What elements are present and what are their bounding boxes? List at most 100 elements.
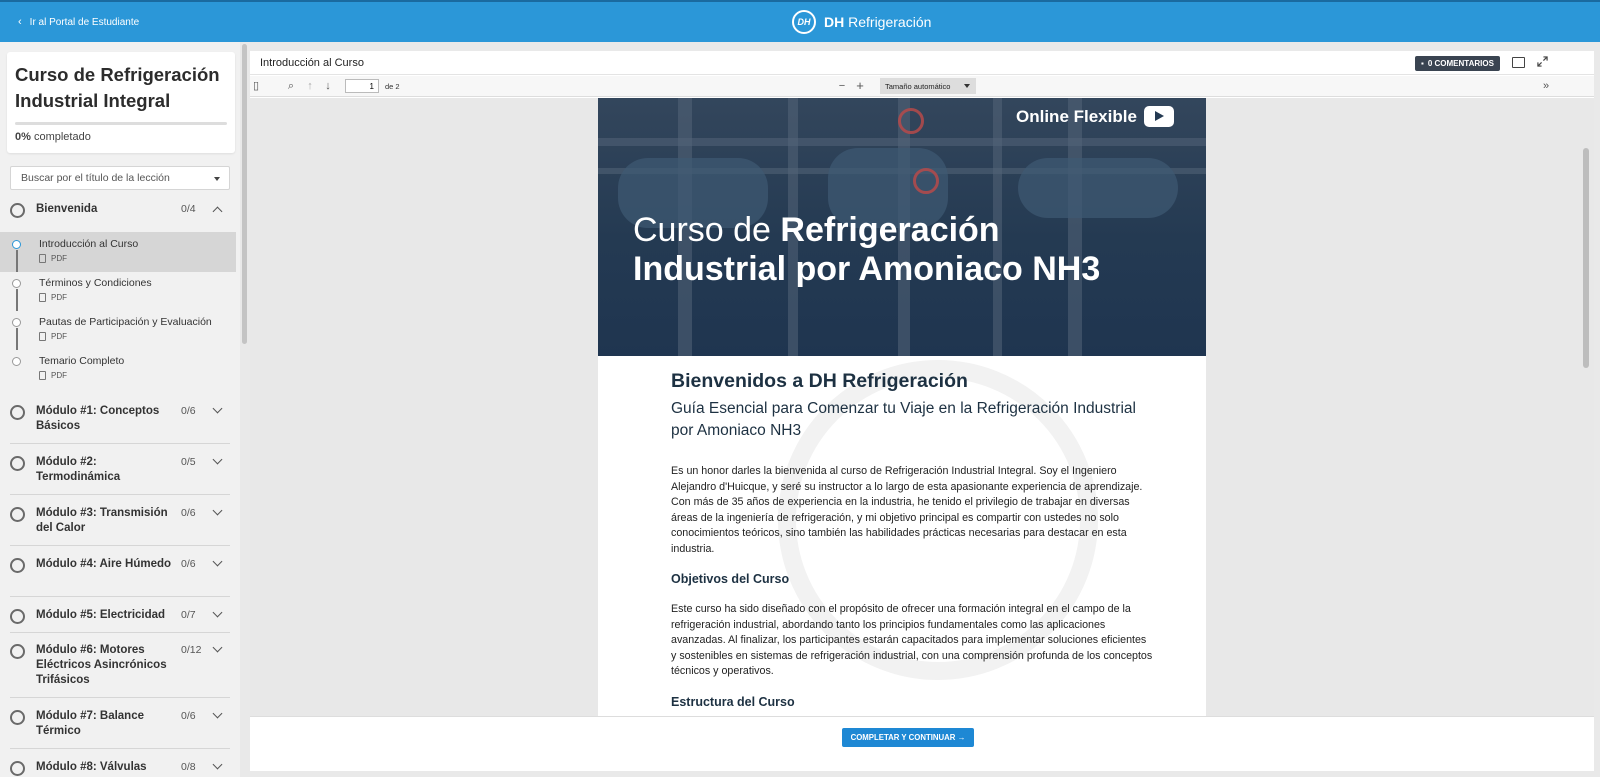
zoom-select-value: Tamaño automático [885, 82, 951, 91]
document-icon [39, 254, 46, 263]
lesson-item[interactable]: Introducción al Curso PDF [0, 232, 236, 272]
lesson-search-select[interactable]: Buscar por el título de la lección [10, 166, 230, 190]
page-count-label: de 2 [385, 82, 400, 91]
lesson-status-dot [12, 279, 21, 288]
chevron-down-icon[interactable] [212, 454, 223, 465]
download-icon[interactable] [1512, 57, 1525, 68]
search-icon[interactable]: ⌕ [285, 80, 297, 92]
structure-heading: Estructura del Curso [671, 694, 795, 709]
chevron-down-icon[interactable] [212, 708, 223, 719]
chevron-down-icon[interactable] [212, 759, 223, 770]
lesson-type: PDF [39, 254, 67, 263]
module-status-circle [10, 405, 25, 420]
lesson-type-label: PDF [51, 293, 67, 302]
document-subheading: Guía Esencial para Comenzar tu Viaje en … [671, 400, 1136, 439]
module-count: 0/12 [181, 644, 202, 656]
comments-button[interactable]: ▪ 0 COMENTARIOS [1415, 56, 1500, 71]
lesson-title-header: Introducción al Curso [260, 57, 364, 69]
module-item[interactable]: Módulo #6: Motores Eléctricos Asincrónic… [10, 641, 230, 698]
document-icon [39, 293, 46, 302]
module-name: Módulo #2: Termodinámica [36, 456, 121, 483]
comment-icon: ▪ [1421, 59, 1424, 68]
module-item[interactable]: Módulo #3: Transmisión del Calor 0/6 [10, 504, 230, 546]
lesson-status-dot [12, 318, 21, 327]
document-hero-title: Curso de Refrigeración Industrial por Am… [633, 211, 1153, 289]
complete-and-continue-button[interactable]: COMPLETAR Y CONTINUAR → [842, 728, 974, 747]
brand-logo[interactable]: DH DH Refrigeración [792, 10, 931, 34]
module-count: 0/4 [181, 203, 196, 215]
lesson-type-label: PDF [51, 254, 67, 263]
lesson-item[interactable]: Términos y Condiciones PDF [0, 271, 236, 311]
module-count: 0/6 [181, 710, 196, 722]
hero-title-plain: Curso de [633, 211, 781, 249]
lesson-viewer: Introducción al Curso ▪ 0 COMENTARIOS ▯ … [250, 51, 1594, 771]
module-item[interactable]: Módulo #7: Balance Térmico 0/6 [10, 707, 230, 749]
module-item[interactable]: Módulo #5: Electricidad 0/7 [10, 606, 230, 633]
module-name: Módulo #1: Conceptos Básicos [36, 405, 160, 432]
document-icon [39, 371, 46, 380]
lesson-type-label: PDF [51, 332, 67, 341]
module-name: Bienvenida [36, 203, 98, 215]
document-body: Bienvenidos a DH Refrigeración Guía Esen… [671, 370, 1153, 709]
course-title: Curso de Refrigeración Industrial Integr… [15, 64, 220, 111]
play-video-icon [1143, 106, 1174, 127]
chevron-down-icon[interactable] [212, 607, 223, 618]
sidebar-scrollbar[interactable] [242, 44, 247, 344]
progress-percent: 0% [15, 131, 31, 143]
zoom-select[interactable]: Tamaño automático [880, 78, 976, 94]
chevron-down-icon[interactable] [212, 642, 223, 653]
module-count: 0/8 [181, 761, 196, 773]
arrow-up-icon[interactable]: ↑ [304, 80, 316, 92]
sidebar-toggle-icon[interactable]: ▯ [250, 80, 262, 92]
lesson-connector [16, 289, 18, 311]
caret-down-icon [964, 84, 970, 88]
module-count: 0/6 [181, 558, 196, 570]
module-status-circle [10, 710, 25, 725]
module-status-circle [10, 644, 25, 659]
document-hero-image: Online Flexible Curso de Refrigeración I… [598, 98, 1206, 356]
chevron-down-icon[interactable] [212, 556, 223, 567]
document-heading: Bienvenidos a DH Refrigeración [671, 370, 968, 392]
lesson-search-placeholder: Buscar por el título de la lección [21, 172, 170, 184]
chevron-up-icon[interactable] [212, 206, 223, 217]
course-summary-card: Curso de Refrigeración Industrial Integr… [7, 52, 235, 153]
chevron-left-icon: ‹ [18, 16, 22, 28]
module-item[interactable]: Módulo #1: Conceptos Básicos 0/6 [10, 402, 230, 444]
module-name: Módulo #3: Transmisión del Calor [36, 507, 168, 534]
fullscreen-icon[interactable] [1537, 56, 1548, 67]
progress-bar [15, 122, 227, 125]
module-status-circle [10, 609, 25, 624]
top-bar: ‹ Ir al Portal de Estudiante DH DH Refri… [0, 0, 1600, 42]
module-item[interactable]: Módulo #8: Válvulas 0/8 [10, 758, 230, 777]
lesson-type: PDF [39, 293, 67, 302]
lesson-title: Términos y Condiciones [39, 277, 152, 289]
module-status-circle [10, 761, 25, 776]
module-status-circle [10, 558, 25, 573]
objectives-heading: Objetivos del Curso [671, 572, 790, 586]
online-flexible-label: Online Flexible [1016, 106, 1137, 126]
brand-name-bold: DH [824, 14, 845, 30]
module-item[interactable]: Módulo #4: Aire Húmedo 0/6 [10, 555, 230, 597]
lesson-item[interactable]: Temario Completo PDF [0, 349, 236, 389]
pdf-scrollbar[interactable] [1583, 148, 1589, 368]
zoom-out-icon[interactable]: − [836, 80, 848, 92]
pdf-canvas-area: Online Flexible Curso de Refrigeración I… [250, 98, 1594, 716]
viewer-header: Introducción al Curso ▪ 0 COMENTARIOS [250, 51, 1594, 75]
arrow-down-icon[interactable]: ↓ [322, 80, 334, 92]
module-item[interactable]: Módulo #2: Termodinámica 0/5 [10, 453, 230, 495]
lesson-footer: COMPLETAR Y CONTINUAR → [250, 716, 1594, 771]
chevron-down-icon[interactable] [212, 505, 223, 516]
lesson-status-dot [12, 240, 21, 249]
double-chevron-right-icon[interactable]: » [1540, 80, 1552, 92]
page-number-input[interactable] [345, 79, 379, 93]
lesson-connector [16, 328, 18, 350]
chevron-down-icon[interactable] [212, 403, 223, 414]
lesson-item[interactable]: Pautas de Participación y Evaluación PDF [0, 310, 236, 350]
module-bienvenida[interactable]: Bienvenida 0/4 [10, 200, 230, 224]
zoom-in-icon[interactable]: + [854, 79, 866, 92]
module-count: 0/5 [181, 456, 196, 468]
lesson-type-label: PDF [51, 371, 67, 380]
back-to-portal-link[interactable]: ‹ Ir al Portal de Estudiante [18, 16, 139, 28]
brand-name: DH Refrigeración [824, 14, 931, 30]
document-icon [39, 332, 46, 341]
